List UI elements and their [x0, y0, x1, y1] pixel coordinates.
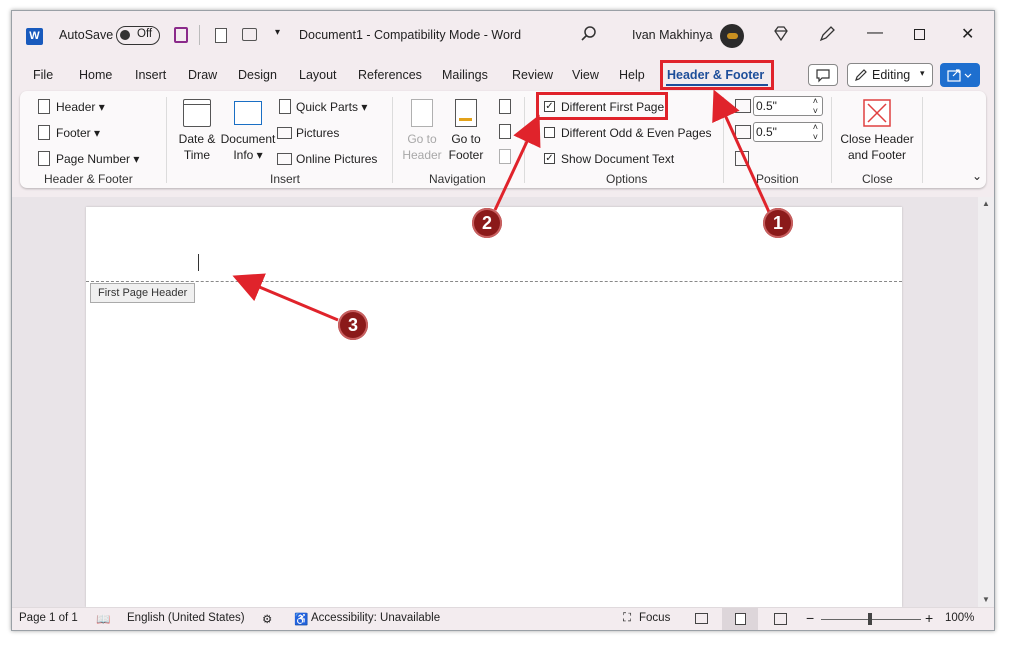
annotation-badge-3: 3	[338, 310, 368, 340]
annotation-badge-2: 2	[472, 208, 502, 238]
annotation-arrows	[232, 89, 771, 322]
annotation-arrow-1	[712, 89, 771, 213]
annotation-arrow-2	[493, 114, 541, 211]
annotation-badge-1: 1	[763, 208, 793, 238]
annotation-arrow-3	[232, 273, 339, 322]
